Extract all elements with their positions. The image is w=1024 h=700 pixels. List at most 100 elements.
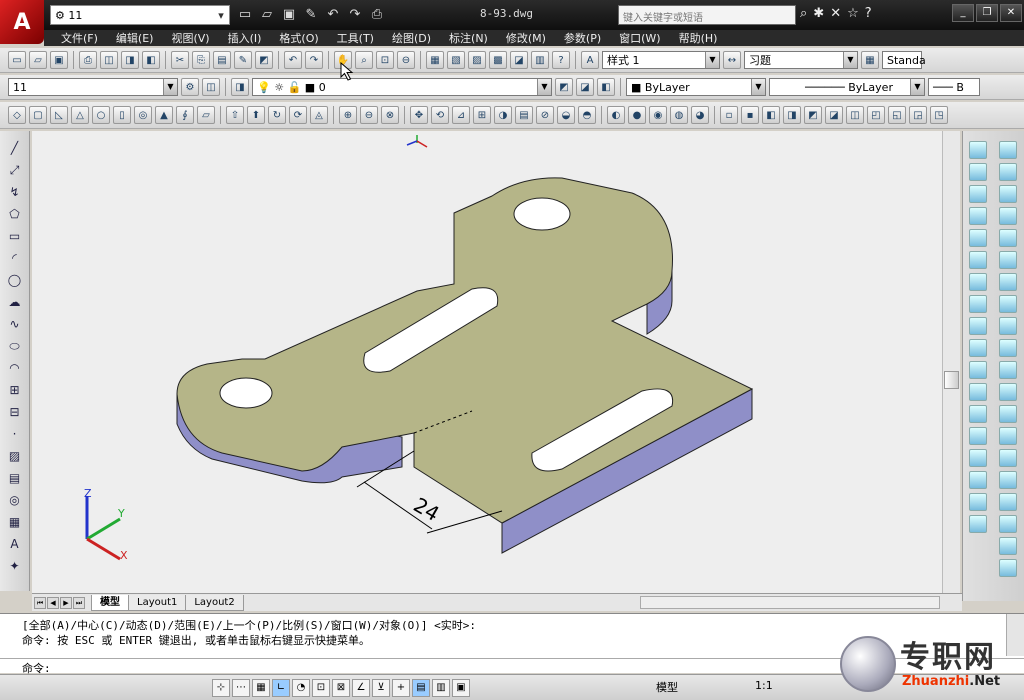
- realistic-icon[interactable]: ●: [628, 106, 646, 124]
- taper-faces-icon[interactable]: [969, 317, 987, 335]
- qnew-icon[interactable]: ▭: [8, 51, 26, 69]
- imprint-icon[interactable]: [969, 427, 987, 445]
- array-icon[interactable]: [999, 229, 1017, 247]
- add-selected-icon[interactable]: ✦: [5, 557, 25, 575]
- menu-draw[interactable]: 绘图(D): [385, 30, 438, 46]
- extrude-faces-icon[interactable]: [969, 207, 987, 225]
- rotate-icon[interactable]: [999, 273, 1017, 291]
- text-style-select[interactable]: 样式 1 ▼: [602, 51, 720, 69]
- menu-modify[interactable]: 修改(M): [499, 30, 553, 46]
- layer-state-select[interactable]: 11 ▼: [8, 78, 178, 96]
- break-icon[interactable]: [999, 405, 1017, 423]
- materials-icon[interactable]: ◍: [670, 106, 688, 124]
- menu-dimension[interactable]: 标注(N): [442, 30, 495, 46]
- horizontal-scrollbar[interactable]: [640, 596, 940, 609]
- polar-icon[interactable]: ◔: [292, 678, 310, 697]
- table-style-select[interactable]: Standa: [882, 51, 926, 69]
- quick-properties-icon[interactable]: ▣: [452, 678, 470, 697]
- construction-line-icon[interactable]: ⤢: [5, 161, 25, 179]
- break-at-point-icon[interactable]: [999, 383, 1017, 401]
- intersect-icon[interactable]: ⊗: [381, 106, 399, 124]
- explode-icon[interactable]: [999, 515, 1017, 533]
- zoom-window-icon[interactable]: ⊡: [376, 51, 394, 69]
- star-icon[interactable]: ☆: [847, 6, 859, 21]
- last-tab-icon[interactable]: ⏭: [73, 596, 85, 609]
- restore-button[interactable]: ❐: [976, 4, 998, 22]
- subtract-icon[interactable]: ⊖: [360, 106, 378, 124]
- multiline-text-icon[interactable]: A: [5, 535, 25, 553]
- camera-icon[interactable]: ◳: [930, 106, 948, 124]
- offset-icon[interactable]: [999, 207, 1017, 225]
- stretch-icon[interactable]: [999, 317, 1017, 335]
- box-icon[interactable]: ▢: [29, 106, 47, 124]
- wrench-icon[interactable]: ✱: [813, 6, 824, 21]
- markup-icon[interactable]: ◪: [510, 51, 528, 69]
- save-icon[interactable]: ▣: [280, 6, 298, 24]
- right-view-icon[interactable]: ◨: [783, 106, 801, 124]
- layer-select[interactable]: 💡 ☼ 🔓 ■ 0 ▼: [252, 78, 552, 96]
- hatch-icon[interactable]: ▨: [5, 447, 25, 465]
- color-edges-icon[interactable]: [969, 405, 987, 423]
- dim-style-icon[interactable]: ↔: [723, 51, 741, 69]
- move-icon[interactable]: [999, 251, 1017, 269]
- insert-block-icon[interactable]: ⊞: [5, 381, 25, 399]
- menu-parametric[interactable]: 参数(P): [557, 30, 608, 46]
- tab-layout1[interactable]: Layout1: [128, 594, 187, 611]
- vertical-scrollbar[interactable]: [942, 131, 960, 593]
- top-view-icon[interactable]: ▫: [720, 106, 738, 124]
- menu-edit[interactable]: 编辑(E): [109, 30, 161, 46]
- planar-surface-icon[interactable]: ▱: [197, 106, 215, 124]
- color-select[interactable]: ■ ByLayer ▼: [626, 78, 766, 96]
- ellipse-icon[interactable]: ⬭: [5, 337, 25, 355]
- table-icon[interactable]: ▦: [5, 513, 25, 531]
- ne-iso-icon[interactable]: ◱: [888, 106, 906, 124]
- text-style-icon[interactable]: A: [581, 51, 599, 69]
- line-icon[interactable]: ╱: [5, 139, 25, 157]
- new-icon[interactable]: ▭: [236, 6, 254, 24]
- redo-tb-icon[interactable]: ↷: [305, 51, 323, 69]
- 3d-print-icon[interactable]: ◧: [142, 51, 160, 69]
- revolve-icon[interactable]: ⟳: [289, 106, 307, 124]
- preview-icon[interactable]: ◫: [100, 51, 118, 69]
- exchange-icon[interactable]: ✕: [830, 6, 841, 21]
- design-center-icon[interactable]: ▧: [447, 51, 465, 69]
- section-plane-icon[interactable]: ◒: [557, 106, 575, 124]
- make-block-icon[interactable]: ⊟: [5, 403, 25, 421]
- cone-icon[interactable]: △: [71, 106, 89, 124]
- fillet-icon[interactable]: [999, 471, 1017, 489]
- menu-help[interactable]: 帮助(H): [672, 30, 725, 46]
- copy-faces-icon[interactable]: [969, 339, 987, 357]
- thicken-icon[interactable]: ▤: [515, 106, 533, 124]
- move-faces-icon[interactable]: [969, 229, 987, 247]
- mirror-icon[interactable]: [999, 185, 1017, 203]
- render-icon[interactable]: ◕: [691, 106, 709, 124]
- intersect-solid-icon[interactable]: [969, 185, 987, 203]
- linetype-select[interactable]: ────── ByLayer ▼: [769, 78, 925, 96]
- lineweight-select[interactable]: ─── B: [928, 78, 980, 96]
- point-icon[interactable]: ·: [5, 425, 25, 443]
- hide-icon[interactable]: ◐: [607, 106, 625, 124]
- close-button[interactable]: ✕: [1000, 4, 1022, 22]
- menu-view[interactable]: 视图(V): [164, 30, 216, 46]
- sphere-icon[interactable]: ○: [92, 106, 110, 124]
- copy-icon[interactable]: ⎘: [192, 51, 210, 69]
- layer-previous-icon[interactable]: ◪: [576, 78, 594, 96]
- scroll-thumb[interactable]: [944, 371, 959, 389]
- subtract-solid-icon[interactable]: [969, 163, 987, 181]
- drawing-canvas[interactable]: 24 Z Y X: [32, 65, 942, 593]
- slice-icon[interactable]: ◑: [494, 106, 512, 124]
- help-icon[interactable]: ?: [865, 6, 872, 21]
- region-icon[interactable]: ◎: [5, 491, 25, 509]
- chamfer-icon[interactable]: [999, 449, 1017, 467]
- back-view-icon[interactable]: ◪: [825, 106, 843, 124]
- cylinder-icon[interactable]: ▯: [113, 106, 131, 124]
- dyn-icon[interactable]: +: [392, 678, 410, 697]
- 3d-move-icon[interactable]: ✥: [410, 106, 428, 124]
- nw-iso-icon[interactable]: ◲: [909, 106, 927, 124]
- loft-icon[interactable]: ◬: [310, 106, 328, 124]
- transparency-icon[interactable]: ▥: [432, 678, 450, 697]
- cut-icon[interactable]: ✂: [171, 51, 189, 69]
- presspull-icon[interactable]: ⬆: [247, 106, 265, 124]
- tool-palettes-icon[interactable]: ▨: [468, 51, 486, 69]
- tab-layout2[interactable]: Layout2: [185, 594, 244, 611]
